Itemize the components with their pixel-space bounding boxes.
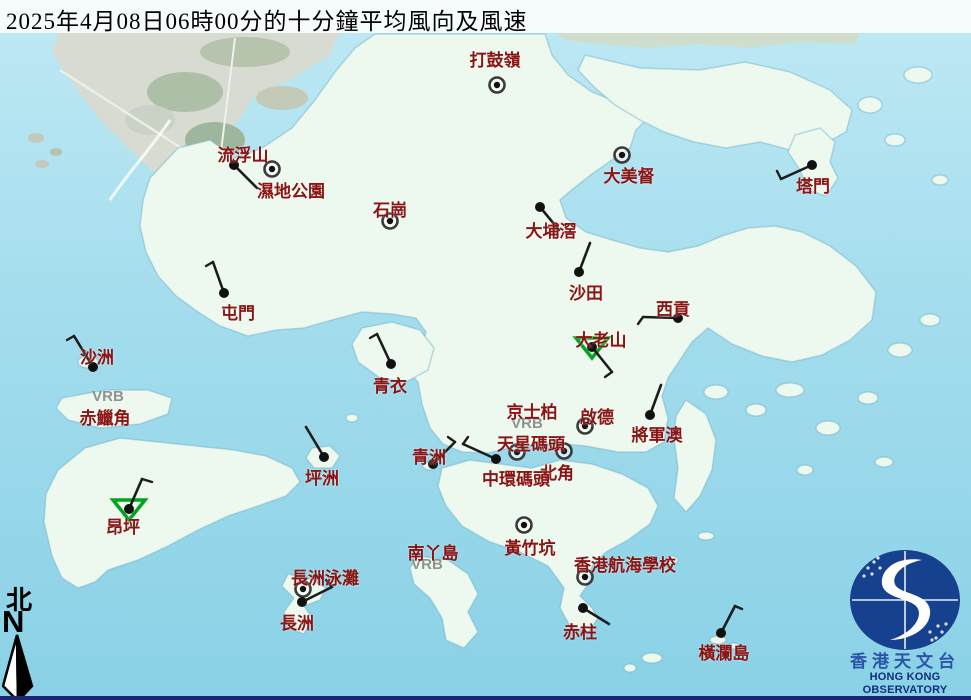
station-label-tuen-mun: 屯門 bbox=[221, 304, 255, 323]
station-label-cheung-chau: 長洲 bbox=[280, 614, 314, 633]
page-title: 2025年4月08日06時00分的十分鐘平均風向及風速 bbox=[6, 9, 528, 34]
station-label-ngong-ping: 昂坪 bbox=[106, 518, 140, 537]
station-dot-tai-po-kau bbox=[535, 202, 545, 212]
station-label-hk-sea-school: 香港航海學校 bbox=[574, 556, 676, 575]
hko-logo-english: HONG KONG OBSERVATORY bbox=[862, 671, 948, 696]
station-label-sha-chau: 沙洲 bbox=[80, 348, 114, 367]
station-label-lamma-island: 南丫島 bbox=[407, 544, 459, 563]
calm-station-dot-tai-mei-tuk bbox=[618, 151, 626, 159]
wind-barb-central-pier bbox=[461, 442, 498, 461]
station-dot-sha-tin bbox=[574, 267, 584, 277]
station-label-ta-kwu-ling: 打鼓嶺 bbox=[469, 51, 521, 70]
station-label-lau-fau-shan: 流浮山 bbox=[217, 146, 269, 165]
station-label-waglan-island: 橫瀾島 bbox=[698, 644, 750, 663]
station-label-central-pier: 中環碼頭 bbox=[482, 470, 550, 489]
station-label-green-island: 青洲 bbox=[412, 448, 446, 467]
hko-logo-icon bbox=[850, 550, 960, 650]
station-label-tseung-kwan-o: 將軍澳 bbox=[631, 426, 683, 445]
wind-barb-tick-green-island bbox=[446, 435, 457, 444]
station-label-wetland-park: 濕地公園 bbox=[257, 182, 325, 201]
station-dot-tap-mun bbox=[807, 160, 817, 170]
station-label-wong-chuk-hang: 黃竹坑 bbox=[504, 539, 556, 558]
station-dot-tuen-mun bbox=[219, 288, 229, 298]
wind-barb-tick-tap-mun bbox=[775, 169, 783, 181]
calm-station-dot-wong-chuk-hang bbox=[520, 521, 528, 529]
wind-barb-tick-sai-kung bbox=[636, 315, 645, 326]
station-dot-waglan-island bbox=[716, 628, 726, 638]
station-symbols-layer bbox=[65, 76, 817, 638]
station-label-kings-park: 京士柏 bbox=[506, 403, 558, 422]
wind-map-page: 打鼓嶺流浮山濕地公園石崗 大美督塔門大埔滘沙田西貢大老山 屯門沙洲 VRB 赤鱲角 青衣坪… bbox=[0, 0, 971, 700]
station-dot-peng-chau bbox=[319, 452, 329, 462]
hko-logo-chinese: 香港天文台 bbox=[850, 652, 960, 671]
station-label-tap-mun: 塔門 bbox=[796, 177, 830, 196]
station-label-kai-tak: 啟德 bbox=[580, 408, 614, 427]
station-dot-tseung-kwan-o bbox=[645, 410, 655, 420]
station-label-shek-kong: 石崗 bbox=[373, 201, 407, 220]
station-label-chek-lap-kok: 赤鱲角 bbox=[79, 409, 131, 428]
station-label-tsing-yi: 青衣 bbox=[373, 377, 407, 396]
station-dot-tsing-yi bbox=[386, 359, 396, 369]
station-dot-stanley bbox=[578, 603, 588, 613]
wind-barb-tick-tates-cairn bbox=[603, 370, 614, 379]
wind-barb-tick-sha-chau bbox=[65, 334, 76, 342]
station-label-tai-mei-tuk: 大美督 bbox=[603, 167, 655, 186]
station-dot-central-pier bbox=[491, 454, 501, 464]
station-label-star-ferry-pier: 天星碼頭 bbox=[497, 435, 565, 454]
station-label-sha-tin: 沙田 bbox=[569, 284, 603, 303]
station-label-tates-cairn: 大老山 bbox=[575, 331, 627, 350]
wind-barb-tick-waglan-island bbox=[733, 604, 744, 611]
wind-barb-tick-ngong-ping bbox=[140, 477, 154, 484]
wind-barb-tick-tuen-mun bbox=[204, 260, 215, 268]
vrb-indicator-chek-lap-kok: VRB bbox=[92, 388, 124, 405]
wind-barb-tick-central-pier bbox=[461, 435, 470, 446]
title-bar: 2025年4月08日06時00分的十分鐘平均風向及風速 bbox=[0, 0, 971, 34]
calm-station-dot-wetland-park bbox=[268, 165, 276, 173]
bottom-strip bbox=[0, 696, 971, 700]
hko-logo: 香港天文台 HONG KONG OBSERVATORY bbox=[841, 548, 969, 697]
wind-barb-tick-tsing-yi bbox=[368, 332, 379, 340]
north-arrow-icon bbox=[2, 634, 34, 700]
station-label-cheung-chau-beach: 長洲泳灘 bbox=[291, 569, 359, 588]
station-label-sai-kung: 西貢 bbox=[656, 300, 690, 319]
station-label-stanley: 赤柱 bbox=[563, 623, 597, 642]
station-label-tai-po-kau: 大埔滘 bbox=[525, 222, 577, 241]
calm-station-dot-ta-kwu-ling bbox=[493, 81, 501, 89]
station-dot-cheung-chau bbox=[297, 597, 307, 607]
station-label-peng-chau: 坪洲 bbox=[305, 469, 339, 488]
wind-barb-peng-chau bbox=[304, 425, 326, 459]
